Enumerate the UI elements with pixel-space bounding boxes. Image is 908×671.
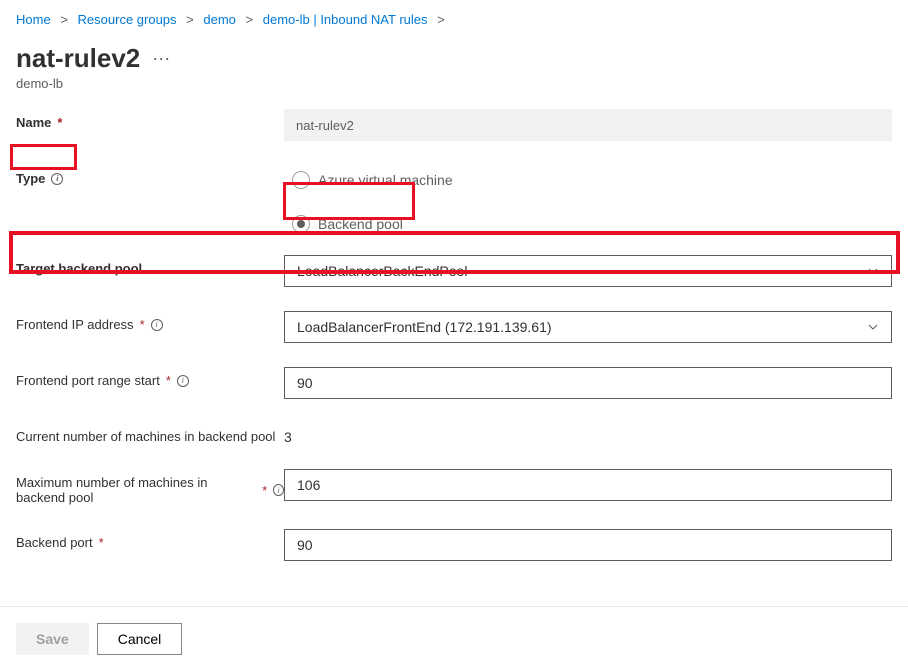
type-radio-group: Azure virtual machine Backend pool: [284, 165, 892, 239]
max-machines-label: Maximum number of machines in backend po…: [16, 469, 284, 505]
cancel-button[interactable]: Cancel: [97, 623, 183, 655]
page-title: nat-rulev2: [16, 43, 140, 74]
page-subtitle: demo-lb: [0, 74, 908, 109]
breadcrumb-home[interactable]: Home: [16, 12, 51, 27]
frontend-ip-value: LoadBalancerFrontEnd (172.191.139.61): [297, 319, 552, 335]
type-radio-pool-label: Backend pool: [318, 216, 403, 232]
breadcrumb-resource-groups[interactable]: Resource groups: [78, 12, 177, 27]
name-label: Name*: [16, 109, 284, 130]
breadcrumb-sep: >: [60, 12, 68, 27]
info-icon[interactable]: i: [151, 319, 163, 331]
frontend-port-range-input[interactable]: [284, 367, 892, 399]
breadcrumb-inbound-nat[interactable]: demo-lb | Inbound NAT rules: [263, 12, 428, 27]
breadcrumb-demo[interactable]: demo: [203, 12, 236, 27]
breadcrumb-sep: >: [186, 12, 194, 27]
info-icon[interactable]: i: [273, 484, 284, 496]
type-radio-vm[interactable]: Azure virtual machine: [284, 165, 892, 195]
breadcrumb-sep: >: [437, 12, 445, 27]
type-label: Type i: [16, 165, 284, 186]
type-radio-vm-label: Azure virtual machine: [318, 172, 453, 188]
target-backend-pool-select[interactable]: LoadBalancerBackEndPool: [284, 255, 892, 287]
chevron-down-icon: [867, 265, 879, 277]
chevron-down-icon: [867, 321, 879, 333]
radio-icon: [292, 171, 310, 189]
more-actions-icon[interactable]: ···: [152, 48, 170, 69]
backend-port-input[interactable]: [284, 529, 892, 561]
max-machines-input[interactable]: [284, 469, 892, 501]
info-icon[interactable]: i: [51, 173, 63, 185]
frontend-port-range-label: Frontend port range start* i: [16, 367, 284, 388]
save-button[interactable]: Save: [16, 623, 89, 655]
info-icon[interactable]: i: [177, 375, 189, 387]
breadcrumb-sep: >: [246, 12, 254, 27]
name-input: [284, 109, 892, 141]
footer: Save Cancel: [0, 606, 908, 671]
target-backend-pool-value: LoadBalancerBackEndPool: [297, 263, 467, 279]
breadcrumb: Home > Resource groups > demo > demo-lb …: [0, 0, 908, 35]
current-machines-label: Current number of machines in backend po…: [16, 423, 284, 444]
target-backend-pool-label: Target backend pool: [16, 255, 284, 276]
type-radio-backend-pool[interactable]: Backend pool: [284, 209, 892, 239]
radio-icon: [292, 215, 310, 233]
frontend-ip-select[interactable]: LoadBalancerFrontEnd (172.191.139.61): [284, 311, 892, 343]
frontend-ip-label: Frontend IP address* i: [16, 311, 284, 332]
current-machines-value: 3: [284, 423, 892, 445]
backend-port-label: Backend port*: [16, 529, 284, 550]
